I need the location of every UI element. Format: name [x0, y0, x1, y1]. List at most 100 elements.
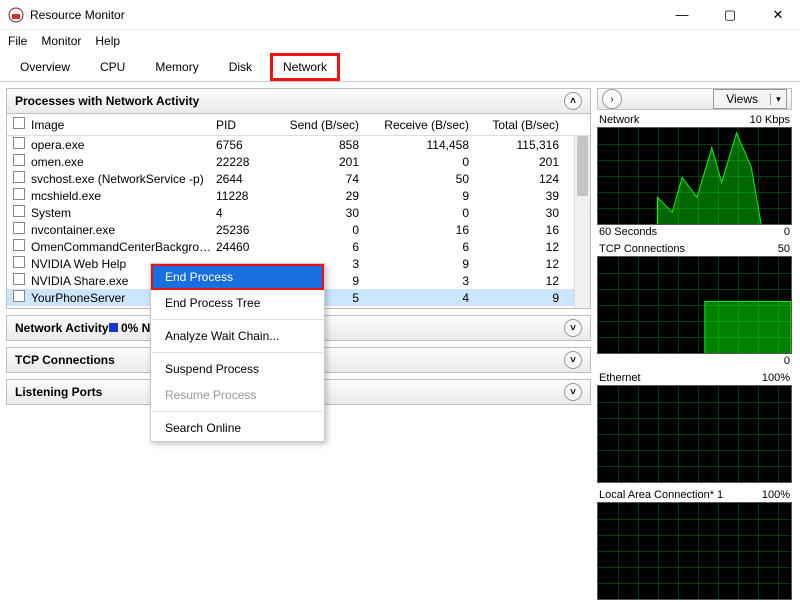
menubar: File Monitor Help: [0, 30, 800, 52]
col-receive[interactable]: Receive (B/sec): [365, 118, 475, 132]
cell-total: 12: [475, 274, 565, 288]
cell-total: 201: [475, 155, 565, 169]
expand-icon[interactable]: ˅: [564, 351, 582, 369]
expand-icon[interactable]: ˅: [564, 383, 582, 401]
cell-total: 39: [475, 189, 565, 203]
chart-local-area-connection-1: Local Area Connection* 1100%: [597, 488, 792, 602]
row-checkbox[interactable]: [13, 137, 25, 149]
titlebar: Resource Monitor — ▢ ✕: [0, 0, 800, 30]
cell-pid: 4: [210, 206, 270, 220]
table-row[interactable]: svchost.exe (NetworkService -p)264474501…: [7, 170, 590, 187]
tab-disk[interactable]: Disk: [217, 54, 264, 80]
chart-network: Network10 Kbps60 Seconds0: [597, 113, 792, 239]
chart-canvas: [597, 127, 792, 225]
row-checkbox[interactable]: [13, 205, 25, 217]
cell-receive: 3: [365, 274, 475, 288]
menu-analyze-wait-chain[interactable]: Analyze Wait Chain...: [151, 323, 324, 349]
chart-xaxis-left: 60 Seconds: [599, 226, 657, 238]
maximize-button[interactable]: ▢: [716, 7, 744, 23]
table-row[interactable]: nvcontainer.exe2523601616: [7, 221, 590, 238]
row-checkbox[interactable]: [13, 256, 25, 268]
row-checkbox[interactable]: [13, 154, 25, 166]
menu-separator: [152, 319, 323, 320]
vertical-scrollbar[interactable]: [574, 136, 590, 308]
menu-help[interactable]: Help: [95, 34, 120, 48]
cell-receive: 0: [365, 155, 475, 169]
expand-icon[interactable]: ˅: [564, 319, 582, 337]
context-menu: End Process End Process Tree Analyze Wai…: [150, 263, 325, 442]
chart-xaxis-right: 0: [784, 226, 790, 238]
cell-receive: 0: [365, 206, 475, 220]
cell-send: 858: [270, 138, 365, 152]
col-send[interactable]: Send (B/sec): [270, 118, 365, 132]
select-all-checkbox[interactable]: [13, 117, 25, 129]
collapse-right-icon[interactable]: ›: [602, 89, 622, 109]
section-network-activity-title: Network Activity: [15, 321, 109, 335]
row-checkbox[interactable]: [13, 222, 25, 234]
cell-pid: 22228: [210, 155, 270, 169]
cell-receive: 50: [365, 172, 475, 186]
section-processes-header[interactable]: Processes with Network Activity ˄: [6, 88, 591, 114]
row-checkbox[interactable]: [13, 290, 25, 302]
row-checkbox[interactable]: [13, 239, 25, 251]
views-dropdown-icon[interactable]: ▾: [770, 94, 786, 105]
tab-cpu[interactable]: CPU: [88, 54, 137, 80]
chart-tcp-connections: TCP Connections500: [597, 242, 792, 368]
menu-separator: [152, 411, 323, 412]
row-checkbox[interactable]: [13, 171, 25, 183]
collapse-icon[interactable]: ˄: [564, 92, 582, 110]
chart-scale: 10 Kbps: [750, 114, 790, 126]
cell-image: nvcontainer.exe: [25, 223, 210, 237]
table-row[interactable]: mcshield.exe1122829939: [7, 187, 590, 204]
cell-total: 115,316: [475, 138, 565, 152]
cell-image: OmenCommandCenterBackgro…: [25, 240, 210, 254]
cell-receive: 114,458: [365, 138, 475, 152]
menu-resume-process: Resume Process: [151, 382, 324, 408]
cell-send: 201: [270, 155, 365, 169]
menu-separator: [152, 352, 323, 353]
table-row[interactable]: System430030: [7, 204, 590, 221]
cell-receive: 4: [365, 291, 475, 305]
cell-receive: 9: [365, 189, 475, 203]
tab-memory[interactable]: Memory: [143, 54, 210, 80]
menu-file[interactable]: File: [8, 34, 27, 48]
table-row[interactable]: opera.exe6756858114,458115,316: [7, 136, 590, 153]
tabstrip: Overview CPU Memory Disk Network: [0, 52, 800, 82]
row-checkbox[interactable]: [13, 273, 25, 285]
menu-end-process[interactable]: End Process: [151, 264, 324, 290]
col-total[interactable]: Total (B/sec): [475, 118, 565, 132]
table-header: Image PID Send (B/sec) Receive (B/sec) T…: [7, 114, 590, 136]
section-processes-title: Processes with Network Activity: [15, 94, 199, 108]
row-checkbox[interactable]: [13, 188, 25, 200]
close-button[interactable]: ✕: [764, 7, 792, 23]
views-button[interactable]: Views ▾: [713, 89, 787, 109]
cell-image: omen.exe: [25, 155, 210, 169]
minimize-button[interactable]: —: [668, 7, 696, 23]
chart-title: TCP Connections: [599, 243, 685, 255]
cell-total: 30: [475, 206, 565, 220]
table-row[interactable]: omen.exe222282010201: [7, 153, 590, 170]
menu-search-online[interactable]: Search Online: [151, 415, 324, 441]
cell-image: System: [25, 206, 210, 220]
cell-total: 12: [475, 240, 565, 254]
cell-receive: 9: [365, 257, 475, 271]
cell-total: 16: [475, 223, 565, 237]
chart-title: Local Area Connection* 1: [599, 489, 723, 501]
cell-send: 0: [270, 223, 365, 237]
menu-suspend-process[interactable]: Suspend Process: [151, 356, 324, 382]
table-row[interactable]: OmenCommandCenterBackgro…244606612: [7, 238, 590, 255]
tab-overview[interactable]: Overview: [8, 54, 82, 80]
chart-scale: 100%: [762, 372, 790, 384]
tab-network[interactable]: Network: [270, 53, 340, 81]
cell-pid: 24460: [210, 240, 270, 254]
cell-receive: 6: [365, 240, 475, 254]
col-pid[interactable]: PID: [210, 118, 270, 132]
cell-pid: 2644: [210, 172, 270, 186]
cell-send: 74: [270, 172, 365, 186]
menu-monitor[interactable]: Monitor: [41, 34, 81, 48]
cell-total: 9: [475, 291, 565, 305]
menu-end-process-tree[interactable]: End Process Tree: [151, 290, 324, 316]
section-tcp-title: TCP Connections: [15, 353, 115, 367]
cell-total: 124: [475, 172, 565, 186]
col-image[interactable]: Image: [25, 118, 210, 132]
